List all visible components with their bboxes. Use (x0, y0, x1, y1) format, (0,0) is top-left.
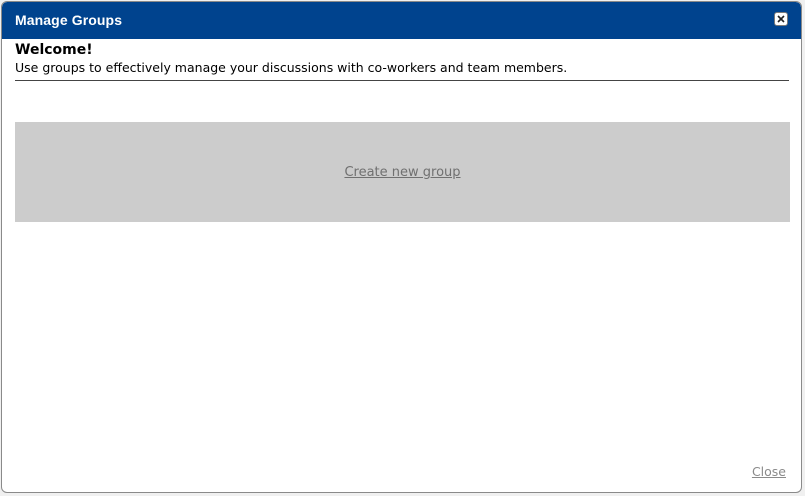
header-divider (15, 80, 789, 81)
close-link[interactable]: Close (752, 464, 786, 479)
welcome-description: Use groups to effectively manage your di… (15, 60, 568, 75)
create-new-group-link[interactable]: Create new group (15, 165, 790, 180)
groups-panel: Create new group (15, 122, 790, 222)
manage-groups-dialog: Manage Groups Welcome! Use groups to eff… (1, 1, 802, 493)
dialog-titlebar: Manage Groups (2, 2, 801, 39)
dialog-title: Manage Groups (15, 12, 123, 28)
welcome-heading: Welcome! (15, 42, 93, 58)
close-icon[interactable] (774, 12, 788, 26)
close-x-glyph (777, 15, 785, 23)
